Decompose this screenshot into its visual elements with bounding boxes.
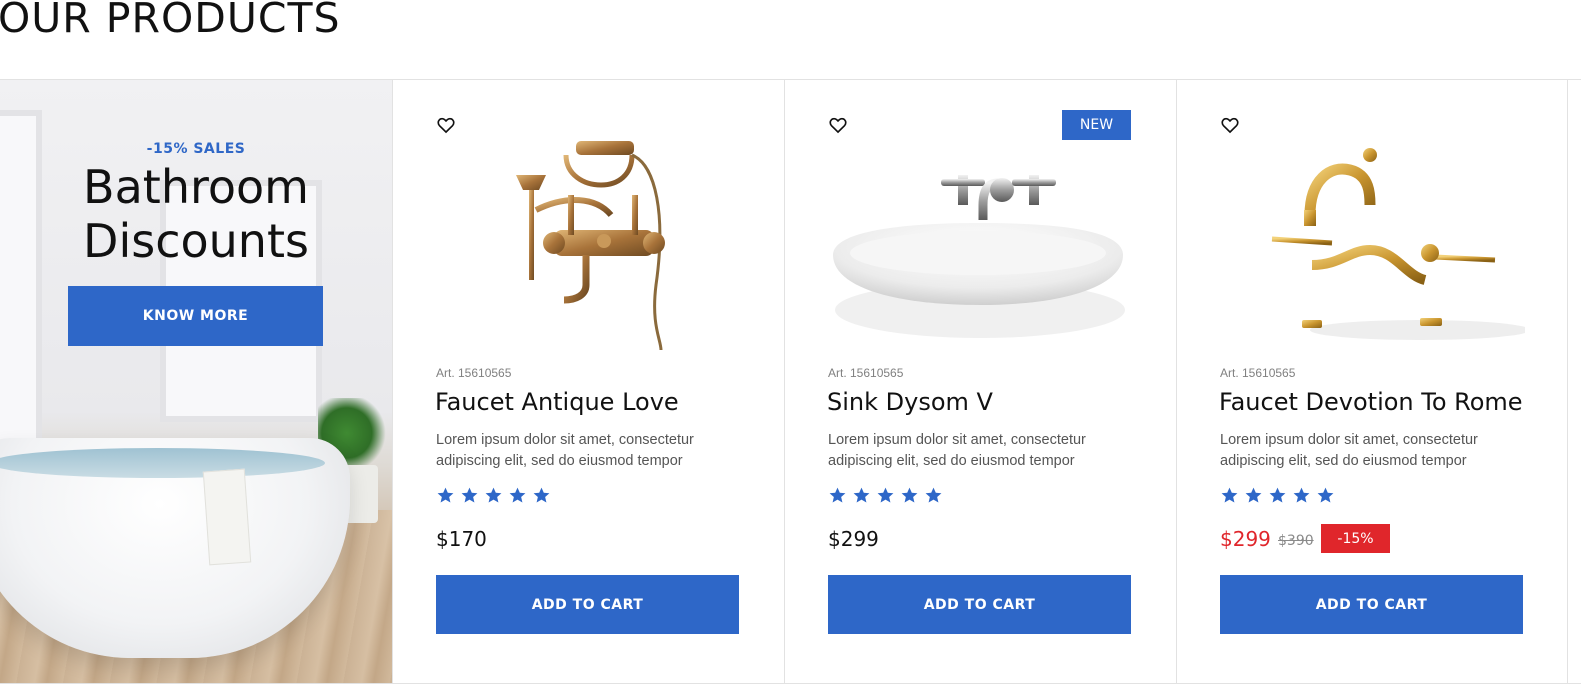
star-icon xyxy=(877,487,894,503)
towel-decoration xyxy=(202,468,252,566)
star-icon xyxy=(1269,487,1286,503)
star-icon xyxy=(509,487,526,503)
add-to-cart-button[interactable]: ADD TO CART xyxy=(828,575,1131,634)
product-article: Art. 15610565 xyxy=(436,366,512,380)
bathtub-water-decoration xyxy=(0,448,325,478)
promo-title-line: Discounts xyxy=(83,214,309,268)
description-line: Lorem ipsum dolor sit amet, consectetur xyxy=(828,432,1086,448)
product-card: NEW Art. 15610565 Sink Dysom V Lorem ips… xyxy=(784,80,1176,683)
product-sale-price: $299 xyxy=(1220,527,1271,551)
description-line: adipiscing elit, sed do eiusmod tempor xyxy=(828,453,1075,469)
star-icon xyxy=(829,487,846,503)
rating-stars xyxy=(436,486,551,505)
grid-bottom-divider xyxy=(0,683,1581,684)
promo-title-line: Bathroom xyxy=(83,160,309,214)
description-line: adipiscing elit, sed do eiusmod tempor xyxy=(436,453,683,469)
heart-icon[interactable] xyxy=(436,115,456,135)
gold-bridge-faucet-image xyxy=(1271,148,1525,340)
product-article: Art. 15610565 xyxy=(828,366,904,380)
product-name[interactable]: Sink Dysom V xyxy=(827,388,993,416)
rating-stars xyxy=(1220,486,1335,505)
add-to-cart-button[interactable]: ADD TO CART xyxy=(1220,575,1523,634)
discount-badge: -15% xyxy=(1321,524,1390,553)
star-icon xyxy=(853,487,870,503)
product-name[interactable]: Faucet Antique Love xyxy=(435,388,679,416)
add-to-cart-button[interactable]: ADD TO CART xyxy=(436,575,739,634)
antique-brass-faucet-image xyxy=(516,141,665,351)
star-icon xyxy=(437,487,454,503)
description-line: Lorem ipsum dolor sit amet, consectetur xyxy=(1220,432,1478,448)
promo-title: Bathroom Discounts xyxy=(0,160,392,268)
product-card: Art. 15610565 Faucet Antique Love Lorem … xyxy=(392,80,784,683)
star-icon xyxy=(1221,487,1238,503)
star-icon xyxy=(901,487,918,503)
star-icon xyxy=(1293,487,1310,503)
product-description: Lorem ipsum dolor sit amet, consectetur … xyxy=(436,430,736,472)
know-more-button[interactable]: KNOW MORE xyxy=(68,286,323,346)
product-price: $170 xyxy=(436,527,487,551)
description-line: adipiscing elit, sed do eiusmod tempor xyxy=(1220,453,1467,469)
product-name[interactable]: Faucet Devotion To Rome xyxy=(1219,388,1523,416)
promo-sales-label: -15% SALES xyxy=(146,141,246,157)
description-line: Lorem ipsum dolor sit amet, consectetur xyxy=(436,432,694,448)
star-icon xyxy=(485,487,502,503)
sink-basin-image xyxy=(833,175,1125,338)
product-card: Art. 15610565 Faucet Devotion To Rome Lo… xyxy=(1176,80,1568,683)
product-description: Lorem ipsum dolor sit amet, consectetur … xyxy=(828,430,1128,472)
grid-right-divider xyxy=(1567,80,1568,683)
promo-banner: -15% SALES Bathroom Discounts KNOW MORE xyxy=(0,80,392,683)
star-icon xyxy=(1245,487,1262,503)
star-icon xyxy=(533,487,550,503)
star-icon xyxy=(925,487,942,503)
product-old-price: $390 xyxy=(1278,533,1314,549)
star-icon xyxy=(461,487,478,503)
product-article: Art. 15610565 xyxy=(1220,366,1296,380)
rating-stars xyxy=(828,486,943,505)
heart-icon[interactable] xyxy=(1220,115,1240,135)
product-description: Lorem ipsum dolor sit amet, consectetur … xyxy=(1220,430,1520,472)
section-title: OUR PRODUCTS xyxy=(0,0,341,42)
heart-icon[interactable] xyxy=(828,115,848,135)
product-price: $299 xyxy=(828,527,879,551)
star-icon xyxy=(1317,487,1334,503)
